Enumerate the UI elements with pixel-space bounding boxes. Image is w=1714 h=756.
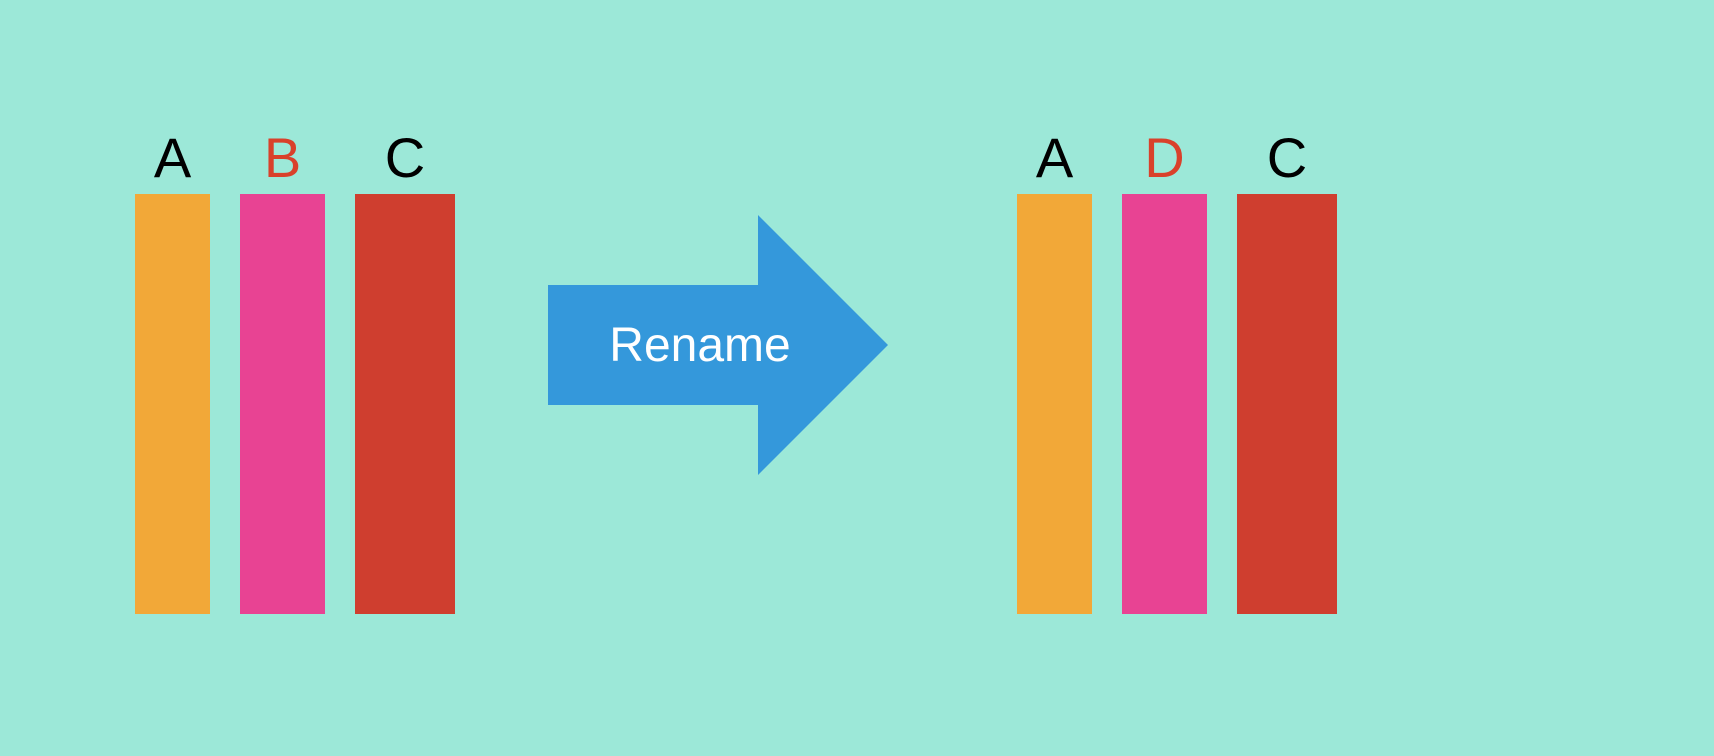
column-before-b: B <box>240 130 325 614</box>
column-before-a: A <box>135 130 210 614</box>
columns-after: A D C <box>1017 130 1337 614</box>
arrow-label: Rename <box>609 318 790 373</box>
column-after-a: A <box>1017 130 1092 614</box>
column-bar-b <box>240 194 325 614</box>
column-before-c: C <box>355 130 455 614</box>
column-label-a: A <box>154 130 191 186</box>
rename-arrow: Rename <box>548 215 888 475</box>
column-label-c: C <box>385 130 425 186</box>
column-label-d: D <box>1144 130 1184 186</box>
column-after-c: C <box>1237 130 1337 614</box>
column-after-d: D <box>1122 130 1207 614</box>
column-label-c-after: C <box>1267 130 1307 186</box>
column-bar-a-after <box>1017 194 1092 614</box>
column-bar-c <box>355 194 455 614</box>
column-bar-c-after <box>1237 194 1337 614</box>
column-label-a-after: A <box>1036 130 1073 186</box>
column-label-b: B <box>264 130 301 186</box>
column-bar-a <box>135 194 210 614</box>
column-bar-d <box>1122 194 1207 614</box>
columns-before: A B C <box>135 130 455 614</box>
